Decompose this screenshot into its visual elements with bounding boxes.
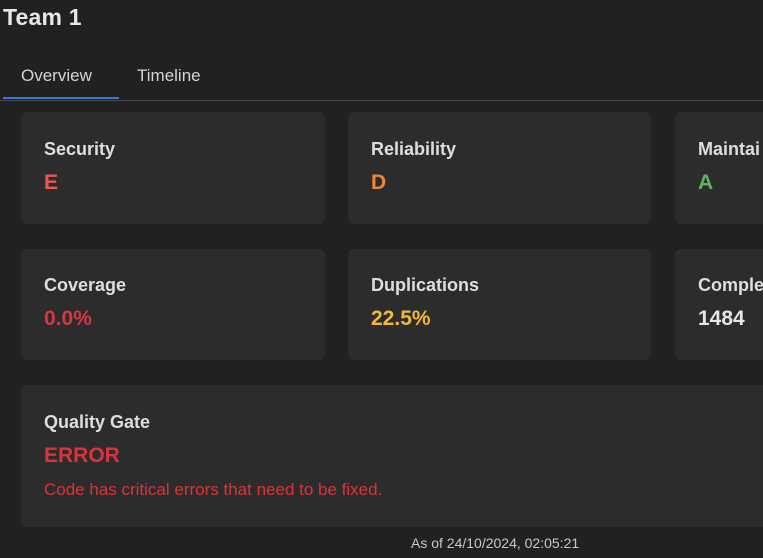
security-rating: E (44, 171, 59, 194)
maintainability-rating: A (698, 171, 714, 194)
maintainability-card: Maintai A (675, 112, 763, 224)
last-updated-timestamp: As of 24/10/2024, 02:05:21 (411, 535, 580, 551)
complexity-label: Comple (698, 275, 763, 295)
quality-gate-message: Code has critical errors that need to be… (44, 480, 383, 499)
coverage-card: Coverage 0.0% (21, 249, 325, 360)
duplications-card: Duplications 22.5% (348, 249, 651, 360)
duplications-value: 22.5% (371, 307, 431, 330)
maintainability-label: Maintai (698, 139, 761, 159)
duplications-label: Duplications (371, 275, 480, 295)
complexity-value: 1484 (698, 307, 745, 330)
coverage-label: Coverage (44, 275, 127, 295)
tab-timeline[interactable]: Timeline (137, 66, 201, 86)
reliability-card: Reliability D (348, 112, 651, 224)
security-label: Security (44, 139, 116, 159)
tab-bar: Overview Timeline (0, 58, 763, 101)
reliability-rating: D (371, 171, 387, 194)
page-title: Team 1 (3, 4, 82, 30)
quality-gate-status: ERROR (44, 444, 120, 467)
reliability-label: Reliability (371, 139, 457, 159)
tab-overview[interactable]: Overview (21, 66, 92, 86)
active-tab-indicator (3, 97, 119, 99)
quality-gate-card: Quality Gate ERROR Code has critical err… (21, 385, 763, 527)
quality-gate-label: Quality Gate (44, 412, 151, 432)
coverage-value: 0.0% (44, 307, 92, 330)
complexity-card: Comple 1484 (675, 249, 763, 360)
security-card: Security E (21, 112, 325, 224)
